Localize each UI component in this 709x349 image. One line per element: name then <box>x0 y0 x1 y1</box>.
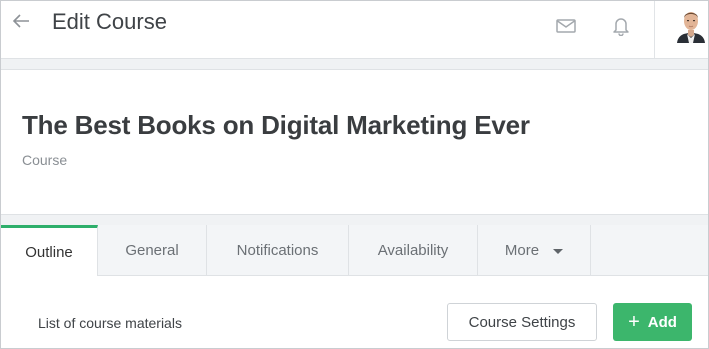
tab-general[interactable]: General <box>98 225 207 275</box>
mail-button[interactable] <box>555 15 577 37</box>
topbar-divider <box>654 1 655 58</box>
plus-icon: + <box>628 311 640 333</box>
course-materials-label: List of course materials <box>38 315 182 331</box>
outline-content: List of course materials Course Settings… <box>1 276 708 348</box>
bell-icon <box>613 18 629 36</box>
tab-label: Notifications <box>236 241 319 259</box>
caret-down-icon <box>553 249 564 254</box>
separator-band <box>1 214 708 225</box>
add-button-label: Add <box>647 313 677 331</box>
add-button[interactable]: + Add <box>613 303 692 341</box>
top-bar: Edit Course <box>1 1 708 59</box>
course-title: The Best Books on Digital Marketing Ever <box>22 110 530 140</box>
course-settings-label: Course Settings <box>468 313 576 331</box>
avatar[interactable] <box>675 7 707 43</box>
user-avatar-icon <box>677 12 705 43</box>
tab-notifications[interactable]: Notifications <box>207 225 349 275</box>
notifications-button[interactable] <box>610 15 632 37</box>
course-header: The Best Books on Digital Marketing Ever… <box>1 70 708 214</box>
arrow-left-icon <box>12 14 29 28</box>
app-window: Edit Course The Best Books on Digital Ma… <box>0 0 709 349</box>
back-button[interactable] <box>11 11 31 31</box>
tab-outline[interactable]: Outline <box>1 225 98 276</box>
course-type-label: Course <box>22 152 68 168</box>
course-settings-button[interactable]: Course Settings <box>447 303 597 341</box>
tab-more[interactable]: More <box>478 225 591 275</box>
tab-label: General <box>125 241 179 259</box>
page-title: Edit Course <box>52 9 167 34</box>
separator-band <box>1 59 708 70</box>
tab-label: Outline <box>25 243 73 261</box>
tab-label: Availability <box>377 241 449 259</box>
tab-availability[interactable]: Availability <box>349 225 478 275</box>
mail-icon <box>556 19 576 33</box>
tab-bar: Outline General Notifications Availabili… <box>1 225 708 276</box>
tab-label: More <box>504 241 540 259</box>
